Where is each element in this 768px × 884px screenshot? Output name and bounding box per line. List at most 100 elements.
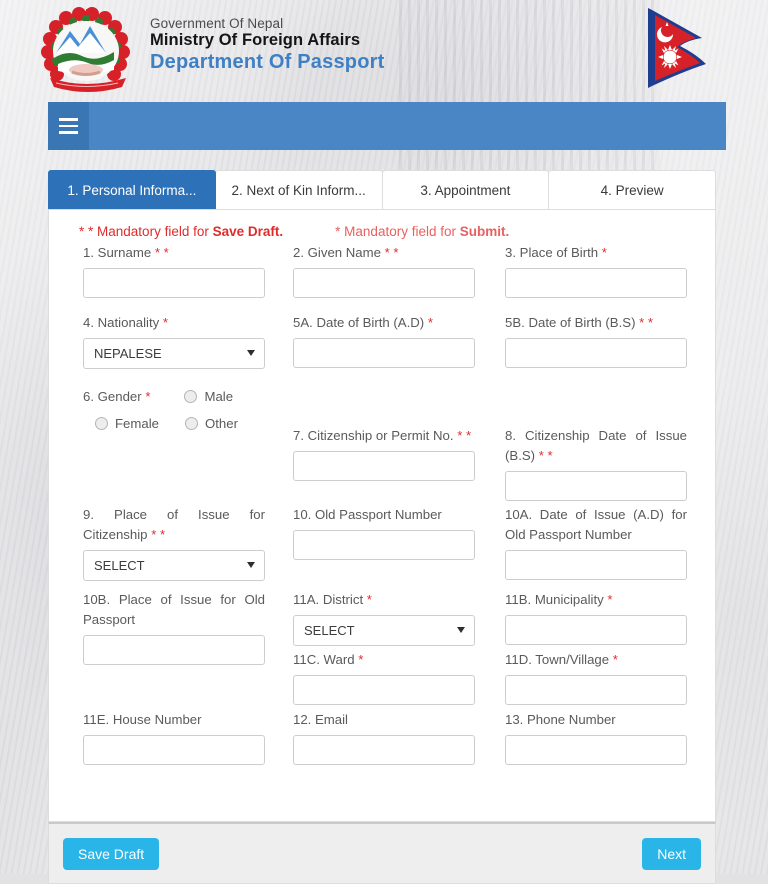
save-draft-button[interactable]: Save Draft <box>63 837 160 870</box>
old-passport-place-of-issue-input[interactable] <box>83 634 265 665</box>
main-navbar <box>48 102 726 150</box>
label-citizenship-issue-date-bs-text: 8. Citizenship Date of Issue (B.S) <box>505 428 687 463</box>
hamburger-bar <box>59 118 78 121</box>
chevron-down-icon <box>247 350 255 357</box>
house-number-input[interactable] <box>83 734 265 765</box>
citizenship-issue-date-bs-input[interactable] <box>505 470 687 501</box>
nepal-emblem-icon <box>32 6 144 98</box>
submit-stars: * <box>335 224 341 239</box>
label-place-of-birth-text: 3. Place of Birth <box>505 245 599 260</box>
gender-option-female-label: Female <box>115 415 159 431</box>
label-dob-bs-req: * * <box>639 315 654 330</box>
place-of-issue-citizenship-select[interactable]: SELECT <box>83 549 265 581</box>
label-district: 11A. District * <box>293 590 475 610</box>
government-line: Government Of Nepal <box>150 16 284 31</box>
gender-option-other[interactable]: Other <box>184 416 238 431</box>
label-gender: 6. Gender * <box>83 387 150 407</box>
district-select[interactable]: SELECT <box>293 614 475 646</box>
tab-next-of-kin-information[interactable]: 2. Next of Kin Inform... <box>215 170 383 209</box>
field-phone-number: 13. Phone Number <box>505 710 687 765</box>
town-village-input[interactable] <box>505 674 687 705</box>
field-citizenship-issue-date-bs: 8. Citizenship Date of Issue (B.S) * * <box>505 426 687 501</box>
field-date-of-birth-bs: 5B. Date of Birth (B.S) * * <box>505 313 687 368</box>
mandatory-note-submit: * Mandatory field for Submit. <box>335 224 509 239</box>
gender-row-two: Female Other <box>83 416 283 431</box>
gender-option-female[interactable]: Female <box>95 416 159 431</box>
old-passport-number-input[interactable] <box>293 529 475 560</box>
gender-row-one: 6. Gender * Male <box>83 387 283 407</box>
label-municipality-text: 11B. Municipality <box>505 592 604 607</box>
ministry-line: Ministry Of Foreign Affairs <box>150 31 361 50</box>
hamburger-menu-icon[interactable] <box>48 102 89 150</box>
personal-information-form: * * Mandatory field for Save Draft. * Ma… <box>48 209 716 822</box>
label-given-name-req: * * <box>384 245 399 260</box>
radio-other-icon[interactable] <box>184 416 198 430</box>
gender-option-male-label: Male <box>204 389 234 405</box>
phone-number-input[interactable] <box>505 734 687 765</box>
field-town-village: 11D. Town/Village * <box>505 650 687 705</box>
tab-appointment[interactable]: 3. Appointment <box>382 170 550 209</box>
label-email: 12. Email <box>293 712 348 727</box>
date-of-birth-ad-input[interactable] <box>293 337 475 368</box>
nepal-flag-icon <box>638 2 724 94</box>
hamburger-bar <box>59 131 78 134</box>
field-gender: 6. Gender * Male Female Other <box>83 387 283 431</box>
next-button[interactable]: Next <box>642 837 701 870</box>
label-town-village-text: 11D. Town/Village <box>505 652 610 667</box>
label-phone-number: 13. Phone Number <box>505 712 616 727</box>
old-passport-issue-date-ad-input[interactable] <box>505 549 687 580</box>
label-citizenship-number-text: 7. Citizenship or Permit No. <box>293 428 454 443</box>
district-selected-value: SELECT <box>304 622 355 638</box>
place-of-issue-citizenship-value: SELECT <box>94 557 145 573</box>
label-ward-text: 11C. Ward <box>293 652 355 667</box>
label-ward: 11C. Ward * <box>293 650 475 670</box>
field-old-passport-issue-date-ad: 10A. Date of Issue (A.D) for Old Passpor… <box>505 505 687 580</box>
draft-note-bold: Save Draft. <box>212 224 284 239</box>
hamburger-bar <box>59 124 78 128</box>
department-line: Department Of Passport <box>150 50 385 73</box>
draft-note-text: Mandatory field for <box>97 224 213 239</box>
surname-input[interactable] <box>83 267 265 298</box>
date-of-birth-bs-input[interactable] <box>505 337 687 368</box>
ward-input[interactable] <box>293 674 475 705</box>
nationality-select[interactable]: NEPALESE <box>83 337 265 369</box>
label-gender-req: * <box>145 389 151 404</box>
submit-note-text: Mandatory field for <box>344 224 460 239</box>
label-surname: 1. Surname * * <box>83 243 265 263</box>
citizenship-number-input[interactable] <box>293 450 475 481</box>
given-name-input[interactable] <box>293 267 475 298</box>
label-dob-bs-text: 5B. Date of Birth (B.S) <box>505 315 636 330</box>
field-date-of-birth-ad: 5A. Date of Birth (A.D) * <box>293 313 475 368</box>
tab-preview[interactable]: 4. Preview <box>549 170 716 209</box>
nationality-selected-value: NEPALESE <box>94 345 162 361</box>
form-footer: Save Draft Next <box>48 822 716 884</box>
label-old-passport-place-of-issue: 10B. Place of Issue for Old Passport <box>83 592 265 627</box>
label-gender-text: 6. Gender <box>83 389 142 404</box>
tab-personal-information[interactable]: 1. Personal Informa... <box>48 170 216 209</box>
field-citizenship-number: 7. Citizenship or Permit No. * * <box>293 426 475 481</box>
label-town-village: 11D. Town/Village * <box>505 650 687 670</box>
field-old-passport-number: 10. Old Passport Number <box>293 505 475 560</box>
label-nationality: 4. Nationality * <box>83 313 265 333</box>
place-of-birth-input[interactable] <box>505 267 687 298</box>
radio-female-icon[interactable] <box>95 416 108 430</box>
label-citizenship-number-req: * * <box>457 428 472 443</box>
label-district-text: 11A. District <box>293 592 364 607</box>
field-email: 12. Email <box>293 710 475 765</box>
gender-option-male[interactable]: Male <box>184 389 233 404</box>
label-municipality: 11B. Municipality * <box>505 590 687 610</box>
municipality-input[interactable] <box>505 614 687 645</box>
form-step-tabs: 1. Personal Informa... 2. Next of Kin In… <box>48 170 716 209</box>
label-date-of-birth-ad: 5A. Date of Birth (A.D) * <box>293 313 475 333</box>
label-date-of-birth-bs: 5B. Date of Birth (B.S) * * <box>505 313 687 333</box>
field-district: 11A. District * SELECT <box>293 590 475 646</box>
label-given-name: 2. Given Name * * <box>293 243 475 263</box>
chevron-down-icon <box>457 627 465 634</box>
label-municipality-req: * <box>607 592 613 607</box>
label-given-name-text: 2. Given Name <box>293 245 381 260</box>
email-input[interactable] <box>293 734 475 765</box>
label-place-of-issue-citizenship: 9. Place of Issue for Citizenship * * <box>83 505 265 545</box>
label-old-passport-number: 10. Old Passport Number <box>293 507 442 522</box>
label-town-village-req: * <box>612 652 618 667</box>
radio-male-icon[interactable] <box>184 390 198 404</box>
